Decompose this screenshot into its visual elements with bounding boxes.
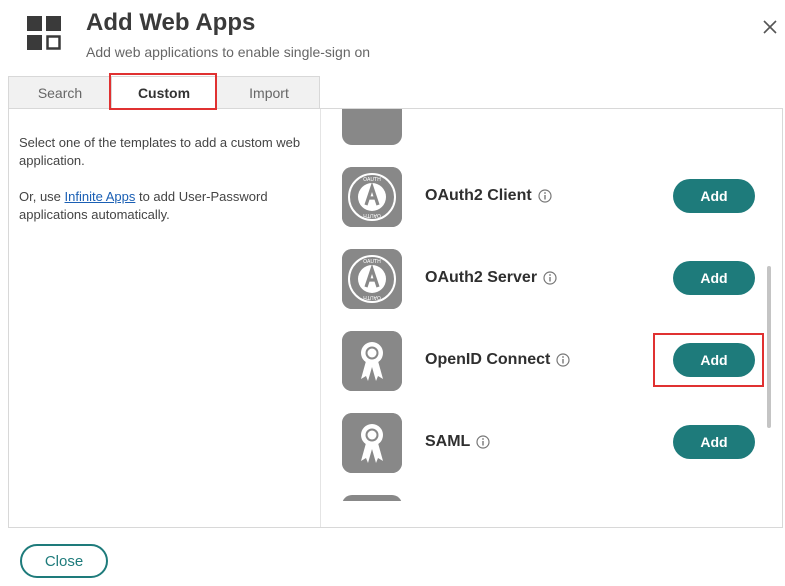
tab-import[interactable]: Import	[217, 77, 321, 108]
list-item: OAUTH OAUTH OAuth2 Server Add	[321, 249, 782, 329]
close-icon[interactable]	[763, 20, 785, 42]
svg-text:OAUTH: OAUTH	[363, 177, 381, 183]
svg-text:OAUTH: OAUTH	[363, 294, 381, 300]
content-panel: Select one of the templates to add a cus…	[8, 108, 783, 528]
list-item: OAUTH OAUTH OAuth2 Client Add	[321, 167, 782, 247]
scrollbar-thumb[interactable]	[767, 266, 771, 428]
tab-bar: Search Custom Import	[8, 76, 321, 109]
oauth-icon: OAUTH OAUTH	[342, 249, 402, 309]
oauth-icon: OAUTH OAUTH	[342, 167, 402, 227]
add-button-openid-connect[interactable]: Add	[673, 343, 755, 377]
app-name: OAuth2 Server	[425, 269, 557, 287]
info-icon[interactable]	[556, 353, 570, 367]
close-button[interactable]: Close	[20, 544, 108, 578]
svg-text:OAUTH: OAUTH	[363, 212, 381, 218]
add-button-saml[interactable]: Add	[673, 425, 755, 459]
app-logo-partial	[342, 109, 402, 145]
svg-text:OAUTH: OAUTH	[363, 259, 381, 265]
template-description: Select one of the templates to add a cus…	[9, 109, 321, 527]
page-subtitle: Add web applications to enable single-si…	[86, 44, 371, 60]
ribbon-award-icon	[342, 331, 402, 391]
tab-search[interactable]: Search	[9, 77, 111, 108]
tab-custom[interactable]: Custom	[111, 77, 217, 109]
info-icon[interactable]	[476, 435, 490, 449]
app-name: SAML	[425, 433, 490, 451]
add-button-oauth2-server[interactable]: Add	[673, 261, 755, 295]
infinite-apps-text: Or, use Infinite Apps to add User-Passwo…	[19, 189, 268, 222]
infinite-apps-link[interactable]: Infinite Apps	[65, 189, 136, 204]
app-logo-partial	[342, 495, 402, 501]
template-list[interactable]: OAUTH OAUTH OAuth2 Client Add OAUTH OAUT…	[321, 109, 782, 501]
app-name: OAuth2 Client	[425, 187, 552, 205]
page-title: Add Web Apps	[86, 9, 256, 36]
info-icon[interactable]	[538, 189, 552, 203]
app-name: OpenID Connect	[425, 351, 570, 369]
list-item: SAML Add	[321, 413, 782, 493]
ribbon-award-icon	[342, 413, 402, 473]
intro-text: Select one of the templates to add a cus…	[19, 135, 301, 168]
list-item: OpenID Connect Add	[321, 331, 782, 411]
add-button-oauth2-client[interactable]: Add	[673, 179, 755, 213]
apps-grid-icon	[27, 16, 61, 50]
info-icon[interactable]	[543, 271, 557, 285]
